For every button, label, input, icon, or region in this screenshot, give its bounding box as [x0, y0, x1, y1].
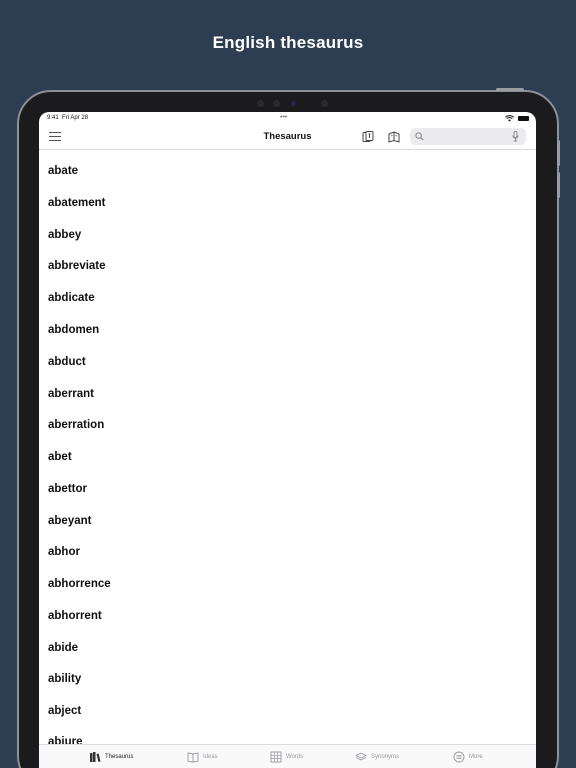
list-item[interactable]: aberrant [48, 388, 94, 400]
list-item[interactable]: aberration [48, 419, 104, 431]
flashcards-icon[interactable] [361, 130, 375, 144]
volume-up-button [557, 140, 560, 166]
status-date: Fri Apr 28 [62, 115, 89, 121]
tab-label: Thesaurus [105, 754, 134, 760]
list-item[interactable]: ability [48, 673, 81, 685]
tab-more[interactable]: More [453, 750, 483, 764]
list-item[interactable]: abate [48, 165, 78, 177]
volume-down-button [557, 172, 560, 198]
list-item[interactable]: abdomen [48, 324, 99, 336]
book-open-icon [187, 752, 199, 763]
microphone-icon[interactable] [512, 131, 519, 142]
tab-synonyms[interactable]: Synonyms [355, 750, 399, 764]
tab-label: Synonyms [371, 754, 400, 760]
list-item[interactable]: abide [48, 642, 78, 654]
search-box[interactable] [410, 128, 526, 145]
search-input[interactable] [426, 130, 506, 143]
tab-label: Words [286, 754, 304, 760]
battery-icon [518, 116, 529, 121]
list-item[interactable]: abeyant [48, 515, 91, 527]
tab-words[interactable]: Words [270, 750, 303, 764]
tab-label: Ideas [203, 754, 218, 760]
more-circle-icon [453, 751, 465, 763]
list-item[interactable]: abject [48, 705, 81, 717]
sensor-dot [257, 100, 264, 107]
list-item[interactable]: abduct [48, 356, 86, 368]
list-item[interactable]: abettor [48, 483, 87, 495]
camera-lens [291, 101, 296, 106]
list-item[interactable]: abbreviate [48, 260, 106, 272]
nav-bar: Thesaurus [39, 126, 536, 150]
list-item[interactable]: abatement [48, 197, 106, 209]
grid-icon [270, 751, 282, 763]
camera-bar [257, 98, 347, 110]
sensor-dot [321, 100, 328, 107]
tab-thesaurus[interactable]: Thesaurus [89, 750, 133, 764]
status-bar: 9:41 Fri Apr 28 ••• [39, 112, 536, 126]
status-time-value: 9:41 [47, 115, 59, 121]
list-item[interactable]: abdicate [48, 292, 95, 304]
list-item[interactable]: abhorrence [48, 578, 111, 590]
tab-label: More [469, 754, 483, 760]
wifi-icon [505, 115, 514, 122]
app-screen: 9:41 Fri Apr 28 ••• Thesaurus abate abat… [39, 112, 536, 768]
tab-ideas[interactable]: Ideas [187, 750, 218, 764]
dictionary-book-icon[interactable] [387, 130, 401, 144]
layers-icon [355, 752, 367, 761]
top-button [496, 88, 524, 91]
promo-headline: English thesaurus [212, 33, 364, 52]
search-icon [415, 132, 424, 141]
status-time: 9:41 Fri Apr 28 [47, 115, 88, 121]
sensor-dot [273, 100, 280, 107]
list-item[interactable]: abbey [48, 229, 81, 241]
list-item[interactable]: abhorrent [48, 610, 102, 622]
books-icon [90, 752, 101, 762]
list-item[interactable]: abet [48, 451, 72, 463]
tab-bar: Thesaurus Ideas Words Synonyms More [39, 744, 536, 768]
multitask-dots[interactable]: ••• [280, 114, 287, 121]
list-item[interactable]: abhor [48, 546, 80, 558]
